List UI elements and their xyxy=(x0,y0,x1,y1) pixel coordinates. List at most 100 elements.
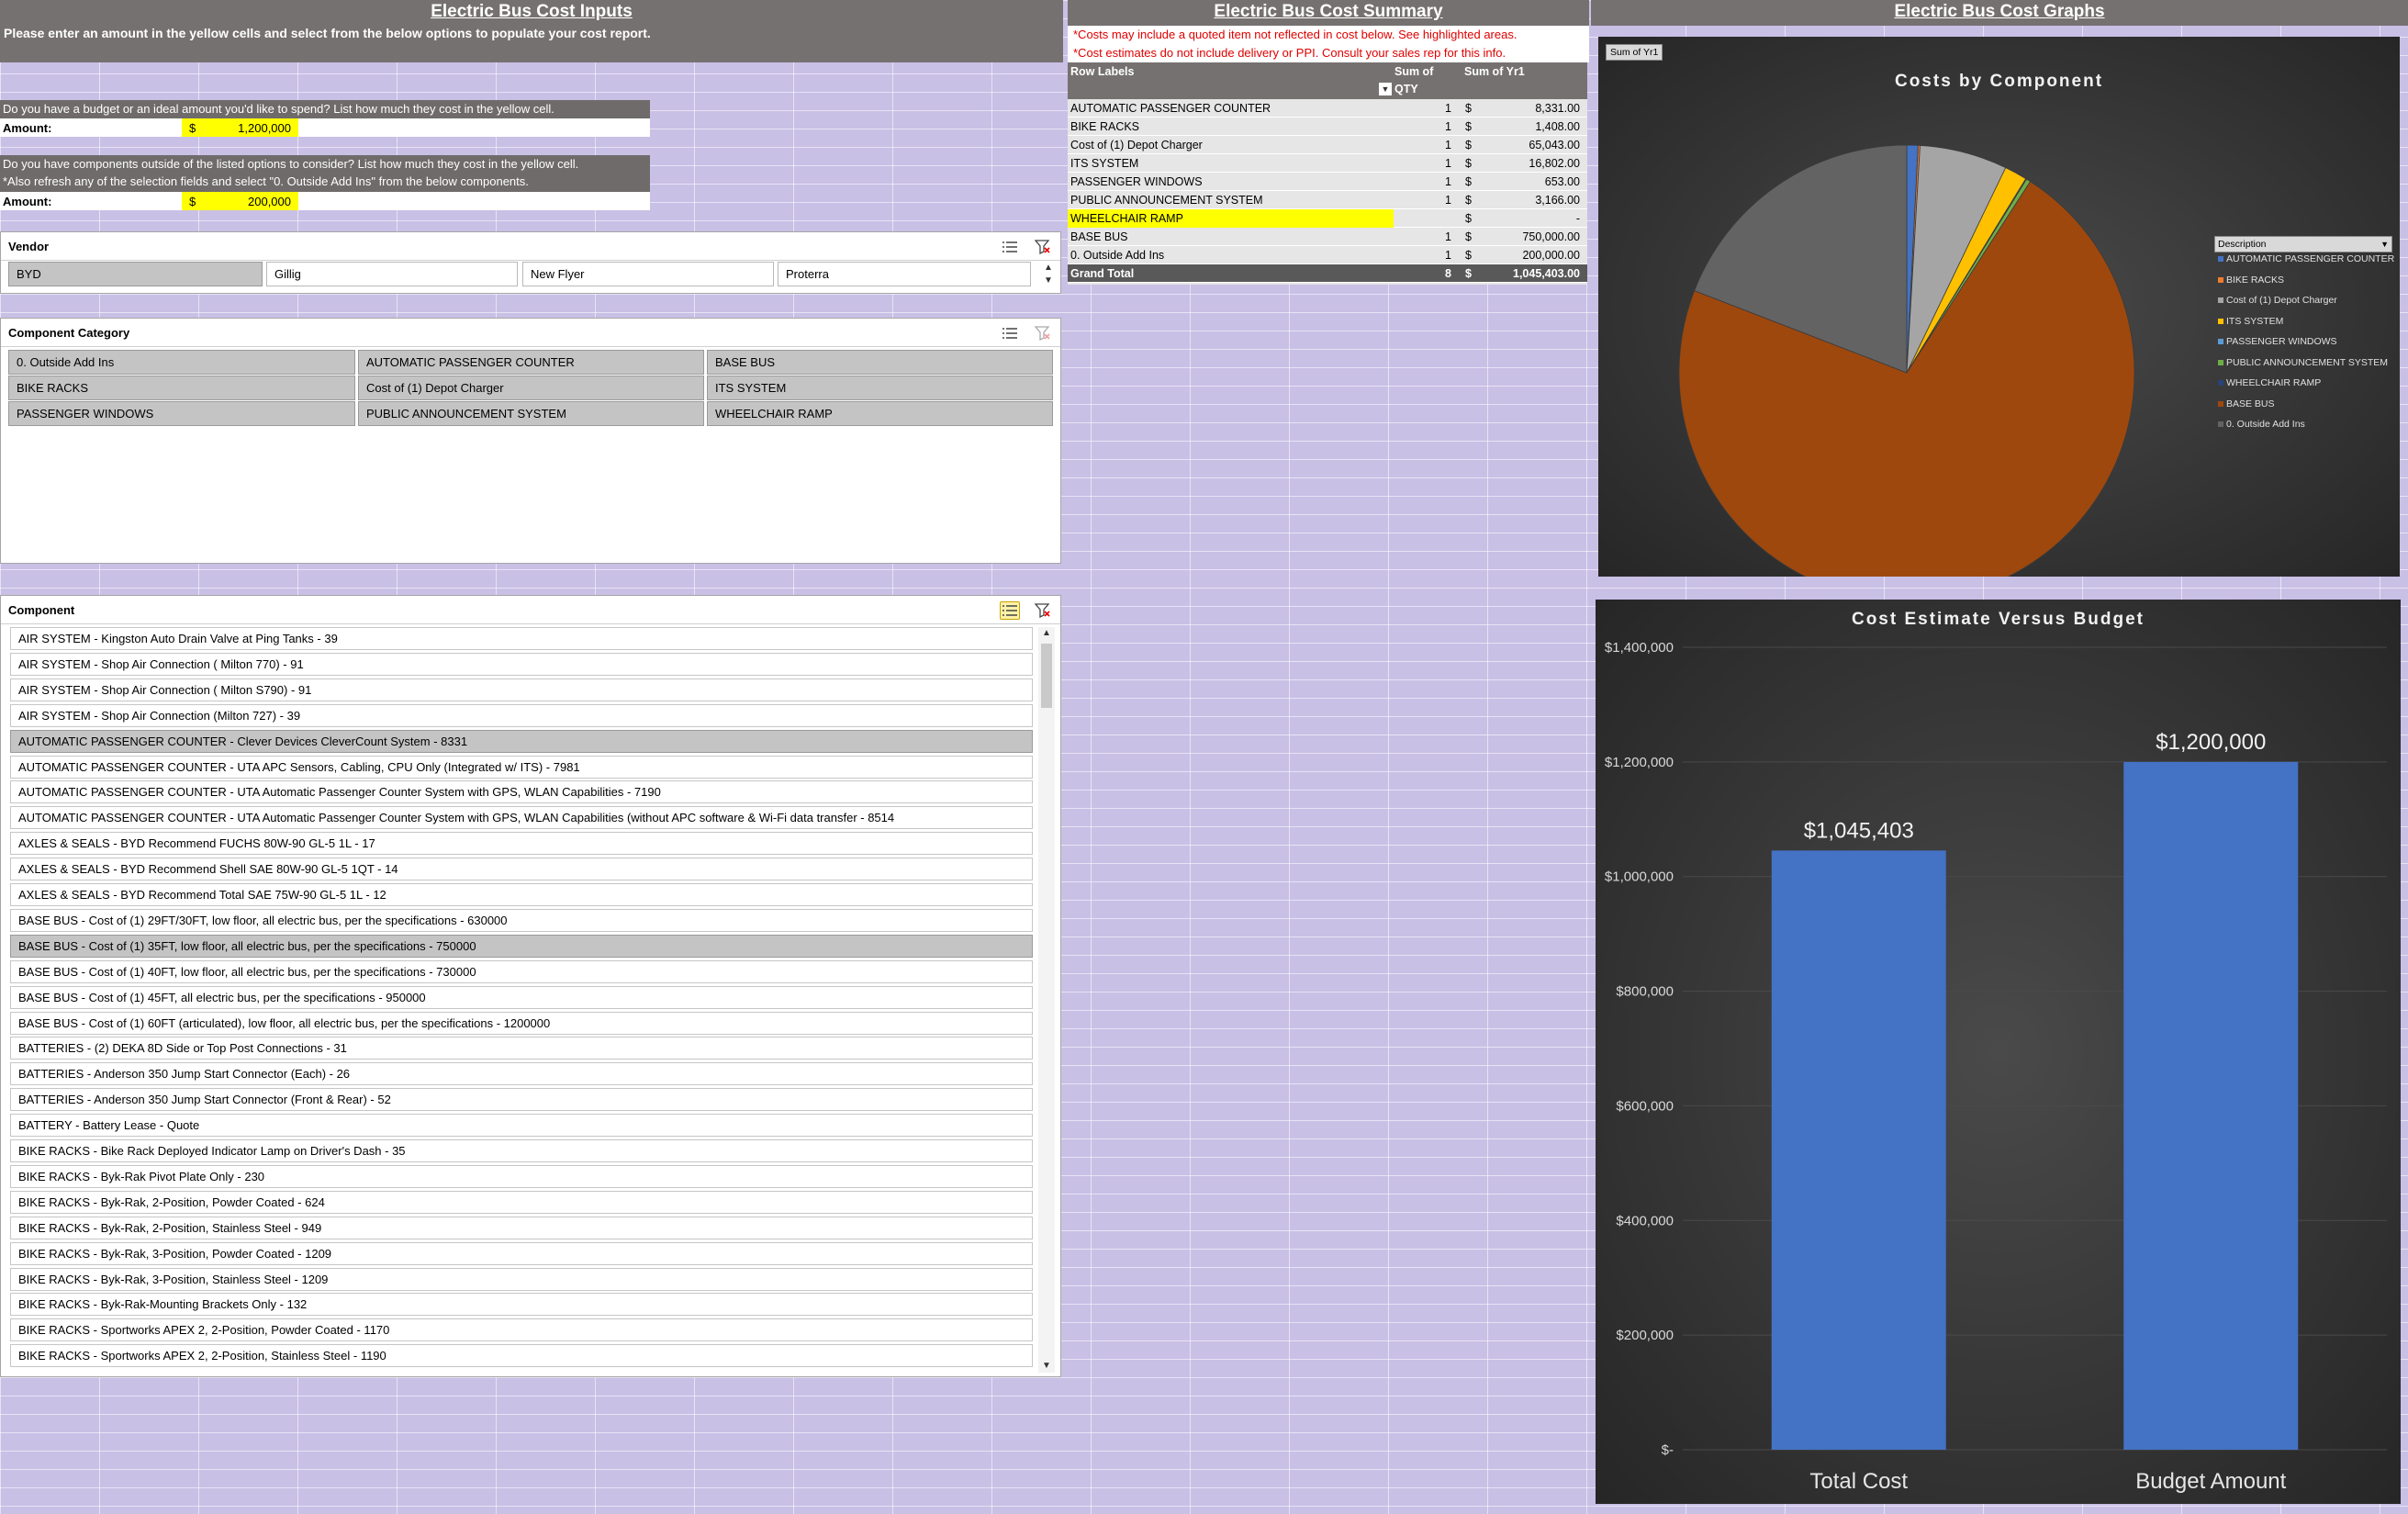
multi-select-icon[interactable] xyxy=(1000,324,1020,342)
outside-question: Do you have components outside of the li… xyxy=(3,157,579,171)
pivot-table: Row Labels ▼ Sum of QTY Sum of Yr1 AUTOM… xyxy=(1068,62,1587,285)
legend-item[interactable]: Cost of (1) Depot Charger xyxy=(2218,295,2337,306)
legend-item[interactable]: BASE BUS xyxy=(2218,398,2275,409)
component-item[interactable]: BIKE RACKS - Sportworks APEX 2, 2-Positi… xyxy=(10,1318,1033,1342)
component-item[interactable]: BIKE RACKS - Bike Rack Deployed Indicato… xyxy=(10,1139,1033,1162)
pivot-row: 0. Outside Add Ins 1 $200,000.00 xyxy=(1068,246,1587,264)
vendor-scroll-up-icon[interactable]: ▲ xyxy=(1040,262,1057,275)
clear-filter-icon[interactable] xyxy=(1033,601,1053,620)
legend-item[interactable]: 0. Outside Add Ins xyxy=(2218,419,2305,430)
pivot-cell-value: 16,802.00 xyxy=(1529,157,1580,170)
component-item[interactable]: AIR SYSTEM - Shop Air Connection ( Milto… xyxy=(10,652,1033,676)
legend-swatch xyxy=(2218,421,2223,428)
clear-filter-icon[interactable] xyxy=(1033,324,1053,342)
component-item[interactable]: BATTERIES - Anderson 350 Jump Start Conn… xyxy=(10,1088,1033,1112)
inputs-subtitle: Please enter an amount in the yellow cel… xyxy=(4,26,651,40)
pivot-cell-value: 1,045,403.00 xyxy=(1513,267,1580,280)
component-item[interactable]: AIR SYSTEM - Shop Air Connection (Milton… xyxy=(10,703,1033,727)
category-bike-racks[interactable]: BIKE RACKS xyxy=(8,376,355,400)
legend-field-label: Description xyxy=(2218,239,2267,250)
pivot-col-row-labels: Row Labels xyxy=(1070,65,1135,78)
category-passenger-windows[interactable]: PASSENGER WINDOWS xyxy=(8,401,355,426)
component-item[interactable]: AXLES & SEALS - BYD Recommend Shell SAE … xyxy=(10,858,1033,881)
component-item[interactable]: AIR SYSTEM - Kingston Auto Drain Valve a… xyxy=(10,627,1033,650)
pivot-row: WHEELCHAIR RAMP $ - xyxy=(1068,209,1587,228)
category-base-bus[interactable]: BASE BUS xyxy=(707,350,1053,375)
legend-field-button[interactable]: Description ▼ xyxy=(2214,236,2392,252)
pivot-cell-label: PUBLIC ANNOUNCEMENT SYSTEM xyxy=(1070,194,1263,207)
pivot-cell-cur: $ xyxy=(1465,139,1472,151)
vendor-gillig[interactable]: Gillig xyxy=(266,262,518,286)
category-depot-charger[interactable]: Cost of (1) Depot Charger xyxy=(358,376,704,400)
legend-item[interactable]: WHEELCHAIR RAMP xyxy=(2218,377,2321,388)
row-labels-filter-icon[interactable]: ▼ xyxy=(1379,83,1392,95)
component-item[interactable]: BASE BUS - Cost of (1) 29FT/30FT, low fl… xyxy=(10,908,1033,932)
clear-filter-icon[interactable] xyxy=(1033,238,1053,256)
component-item[interactable]: BIKE RACKS - Sportworks APEX 2, 2-Positi… xyxy=(10,1344,1033,1368)
component-item[interactable]: AIR SYSTEM - Shop Air Connection ( Milto… xyxy=(10,678,1033,701)
bar-chart[interactable]: Cost Estimate Versus Budget $- $200,000 $4… xyxy=(1596,600,2401,1504)
bar-chart-plot: $- $200,000 $400,000 $600,000 $800,000 $1,000… xyxy=(1605,640,2387,1494)
component-scroll-up-icon[interactable]: ▲ xyxy=(1038,627,1055,640)
component-item[interactable]: BASE BUS - Cost of (1) 35FT, low floor, … xyxy=(10,934,1033,958)
pivot-cell-label: WHEELCHAIR RAMP xyxy=(1068,209,1394,228)
legend-item[interactable]: PASSENGER WINDOWS xyxy=(2218,336,2337,347)
component-scrollbar[interactable]: ▲ ▼ xyxy=(1038,627,1055,1373)
component-item[interactable]: BATTERIES - Anderson 350 Jump Start Conn… xyxy=(10,1062,1033,1086)
legend-swatch xyxy=(2218,318,2223,324)
vendor-scroll-down-icon[interactable]: ▼ xyxy=(1040,275,1057,287)
component-item[interactable]: BIKE RACKS - Byk-Rak-Mounting Brackets O… xyxy=(10,1293,1033,1317)
budget-currency: $ xyxy=(189,121,196,135)
pivot-cell-qty: 1 xyxy=(1445,249,1451,262)
component-item[interactable]: BIKE RACKS - Byk-Rak, 2-Position, Powder… xyxy=(10,1190,1033,1214)
component-scroll-down-icon[interactable]: ▼ xyxy=(1038,1360,1055,1373)
component-item[interactable]: BASE BUS - Cost of (1) 40FT, low floor, … xyxy=(10,959,1033,983)
budget-amount-label: Amount: xyxy=(3,121,52,135)
legend-item[interactable]: AUTOMATIC PASSENGER COUNTER xyxy=(2218,253,2394,264)
category-its-system[interactable]: ITS SYSTEM xyxy=(707,376,1053,400)
legend-swatch xyxy=(2218,256,2223,263)
component-item[interactable]: BIKE RACKS - Byk-Rak Pivot Plate Only - … xyxy=(10,1164,1033,1188)
component-item[interactable]: BIKE RACKS - Byk-Rak, 3-Position, Stainl… xyxy=(10,1267,1033,1291)
legend-item[interactable]: ITS SYSTEM xyxy=(2218,316,2283,327)
category-automatic-passenger-counter[interactable]: AUTOMATIC PASSENGER COUNTER xyxy=(358,350,704,375)
component-item[interactable]: BIKE RACKS - Byk-Rak, 3-Position, Powder… xyxy=(10,1241,1033,1265)
legend-label: WHEELCHAIR RAMP xyxy=(2226,377,2322,388)
component-item[interactable]: BATTERY - Battery Lease - Quote xyxy=(10,1114,1033,1138)
component-item[interactable]: AUTOMATIC PASSENGER COUNTER - Clever Dev… xyxy=(10,729,1033,753)
component-item[interactable]: AXLES & SEALS - BYD Recommend FUCHS 80W-… xyxy=(10,832,1033,856)
component-item[interactable]: BIKE RACKS - Byk-Rak, 2-Position, Stainl… xyxy=(10,1216,1033,1239)
pivot-cell-qty: 1 xyxy=(1445,139,1451,151)
legend-item[interactable]: BIKE RACKS xyxy=(2218,275,2284,286)
multi-select-icon[interactable] xyxy=(1000,601,1020,620)
pie-chart[interactable]: Sum of Yr1 Costs by Component Descriptio… xyxy=(1598,37,2400,577)
vendor-slicer: Vendor BYD Gillig New Flyer Proterra ▲ ▼ xyxy=(0,231,1061,294)
outside-amount-cell[interactable]: $ 200,000 xyxy=(182,192,298,210)
pivot-cell-cur: $ xyxy=(1465,120,1472,133)
summary-notes: *Costs may include a quoted item not ref… xyxy=(1068,26,1589,62)
component-item[interactable]: AXLES & SEALS - BYD Recommend Total SAE … xyxy=(10,883,1033,906)
component-item[interactable]: BASE BUS - Cost of (1) 60FT (articulated… xyxy=(10,1011,1033,1035)
pivot-cell-label: AUTOMATIC PASSENGER COUNTER xyxy=(1070,102,1271,115)
pivot-header: Row Labels ▼ Sum of QTY Sum of Yr1 xyxy=(1068,62,1587,99)
component-item[interactable]: AUTOMATIC PASSENGER COUNTER - UTA Automa… xyxy=(10,780,1033,804)
component-item[interactable]: AUTOMATIC PASSENGER COUNTER - UTA Automa… xyxy=(10,806,1033,830)
vendor-proterra[interactable]: Proterra xyxy=(778,262,1031,286)
bar[interactable] xyxy=(1771,850,1946,1450)
legend-item[interactable]: PUBLIC ANNOUNCEMENT SYSTEM xyxy=(2218,357,2388,368)
y-tick-label: $1,000,000 xyxy=(1605,869,1674,885)
component-item[interactable]: BATTERIES - (2) DEKA 8D Side or Top Post… xyxy=(10,1037,1033,1060)
budget-amount-cell[interactable]: $ 1,200,000 xyxy=(182,118,298,137)
multi-select-icon[interactable] xyxy=(1000,238,1020,256)
bar[interactable] xyxy=(2123,761,2299,1450)
category-public-announcement-system[interactable]: PUBLIC ANNOUNCEMENT SYSTEM xyxy=(358,401,704,426)
component-item[interactable]: AUTOMATIC PASSENGER COUNTER - UTA APC Se… xyxy=(10,755,1033,779)
pivot-cell-cur: $ xyxy=(1465,249,1472,262)
component-scroll-thumb[interactable] xyxy=(1041,644,1052,708)
pivot-cell-value: 750,000.00 xyxy=(1522,230,1580,243)
category-outside-add-ins[interactable]: 0. Outside Add Ins xyxy=(8,350,355,375)
category-wheelchair-ramp[interactable]: WHEELCHAIR RAMP xyxy=(707,401,1053,426)
vendor-byd[interactable]: BYD xyxy=(8,262,263,286)
vendor-new-flyer[interactable]: New Flyer xyxy=(522,262,774,286)
component-item[interactable]: BASE BUS - Cost of (1) 45FT, all electri… xyxy=(10,985,1033,1009)
